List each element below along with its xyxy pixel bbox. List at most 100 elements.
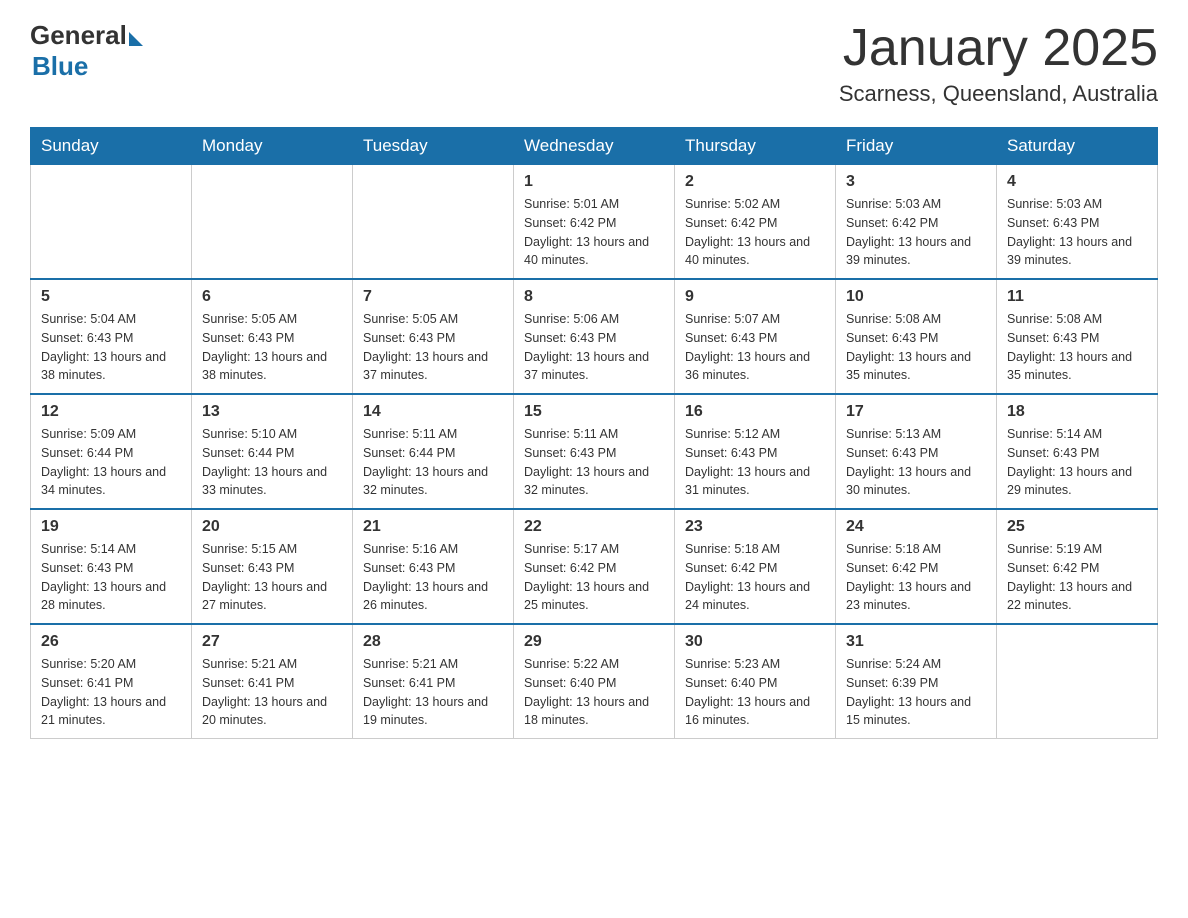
day-number: 7 <box>363 288 503 306</box>
day-info: Sunrise: 5:05 AMSunset: 6:43 PMDaylight:… <box>202 310 342 385</box>
day-info: Sunrise: 5:03 AMSunset: 6:43 PMDaylight:… <box>1007 195 1147 270</box>
day-number: 21 <box>363 518 503 536</box>
calendar-cell: 8 Sunrise: 5:06 AMSunset: 6:43 PMDaylight… <box>514 279 675 394</box>
calendar-cell: 21 Sunrise: 5:16 AMSunset: 6:43 PMDayligh… <box>353 509 514 624</box>
week-row-3: 12Sunrise: 5:09 AMSunset: 6:44 PMDayligh… <box>31 394 1158 509</box>
day-info: Sunrise: 5:18 AMSunset: 6:42 PMDaylight:… <box>846 540 986 615</box>
day-number: 15 <box>524 403 664 421</box>
day-number: 31 <box>846 633 986 651</box>
calendar-cell: 24 Sunrise: 5:18 AMSunset: 6:42 PMDayligh… <box>836 509 997 624</box>
day-number: 6 <box>202 288 342 306</box>
day-number: 26 <box>41 633 181 651</box>
day-number: 8 <box>524 288 664 306</box>
day-info: Sunrise: 5:11 AMSunset: 6:44 PMDaylight:… <box>363 425 503 500</box>
day-number: 3 <box>846 173 986 191</box>
calendar-cell: 15 Sunrise: 5:11 AMSunset: 6:43 PMDayligh… <box>514 394 675 509</box>
calendar-cell: 30 Sunrise: 5:23 AMSunset: 6:40 PMDayligh… <box>675 624 836 739</box>
calendar-table: SundayMondayTuesdayWednesdayThursdayFrid… <box>30 127 1158 739</box>
calendar-cell: 25 Sunrise: 5:19 AMSunset: 6:42 PMDayligh… <box>997 509 1158 624</box>
day-info: Sunrise: 5:10 AMSunset: 6:44 PMDaylight:… <box>202 425 342 500</box>
calendar-cell: 23 Sunrise: 5:18 AMSunset: 6:42 PMDayligh… <box>675 509 836 624</box>
calendar-cell <box>192 165 353 280</box>
day-info: Sunrise: 5:22 AMSunset: 6:40 PMDaylight:… <box>524 655 664 730</box>
calendar-cell: 4 Sunrise: 5:03 AMSunset: 6:43 PMDaylight… <box>997 165 1158 280</box>
calendar-cell: 27 Sunrise: 5:21 AMSunset: 6:41 PMDayligh… <box>192 624 353 739</box>
page-header: General Blue January 2025 Scarness, Quee… <box>30 20 1158 107</box>
header-row: SundayMondayTuesdayWednesdayThursdayFrid… <box>31 128 1158 165</box>
calendar-cell: 28 Sunrise: 5:21 AMSunset: 6:41 PMDayligh… <box>353 624 514 739</box>
logo: General Blue <box>30 20 143 82</box>
calendar-cell: 19 Sunrise: 5:14 AMSunset: 6:43 PMDayligh… <box>31 509 192 624</box>
day-info: Sunrise: 5:21 AMSunset: 6:41 PMDaylight:… <box>363 655 503 730</box>
calendar-cell: 3 Sunrise: 5:03 AMSunset: 6:42 PMDaylight… <box>836 165 997 280</box>
calendar-cell: 20Sunrise: 5:15 AMSunset: 6:43 PMDayligh… <box>192 509 353 624</box>
day-number: 1 <box>524 173 664 191</box>
day-number: 29 <box>524 633 664 651</box>
calendar-cell: 6 Sunrise: 5:05 AMSunset: 6:43 PMDaylight… <box>192 279 353 394</box>
day-info: Sunrise: 5:13 AMSunset: 6:43 PMDaylight:… <box>846 425 986 500</box>
day-info: Sunrise: 5:19 AMSunset: 6:42 PMDaylight:… <box>1007 540 1147 615</box>
day-number: 23 <box>685 518 825 536</box>
calendar-cell: 7Sunrise: 5:05 AMSunset: 6:43 PMDaylight… <box>353 279 514 394</box>
day-number: 20 <box>202 518 342 536</box>
day-info: Sunrise: 5:11 AMSunset: 6:43 PMDaylight:… <box>524 425 664 500</box>
day-number: 24 <box>846 518 986 536</box>
calendar-cell <box>997 624 1158 739</box>
day-info: Sunrise: 5:03 AMSunset: 6:42 PMDaylight:… <box>846 195 986 270</box>
week-row-5: 26 Sunrise: 5:20 AMSunset: 6:41 PMDayligh… <box>31 624 1158 739</box>
day-number: 11 <box>1007 288 1147 306</box>
logo-triangle-icon <box>129 32 143 46</box>
day-number: 4 <box>1007 173 1147 191</box>
calendar-cell: 10 Sunrise: 5:08 AMSunset: 6:43 PMDayligh… <box>836 279 997 394</box>
day-info: Sunrise: 5:14 AMSunset: 6:43 PMDaylight:… <box>41 540 181 615</box>
day-number: 19 <box>41 518 181 536</box>
week-row-1: 1 Sunrise: 5:01 AMSunset: 6:42 PMDaylight… <box>31 165 1158 280</box>
day-info: Sunrise: 5:16 AMSunset: 6:43 PMDaylight:… <box>363 540 503 615</box>
logo-general-text: General <box>30 20 127 51</box>
week-row-2: 5 Sunrise: 5:04 AMSunset: 6:43 PMDaylight… <box>31 279 1158 394</box>
day-info: Sunrise: 5:09 AMSunset: 6:44 PMDaylight:… <box>41 425 181 500</box>
day-info: Sunrise: 5:06 AMSunset: 6:43 PMDaylight:… <box>524 310 664 385</box>
calendar-cell: 11Sunrise: 5:08 AMSunset: 6:43 PMDayligh… <box>997 279 1158 394</box>
day-info: Sunrise: 5:23 AMSunset: 6:40 PMDaylight:… <box>685 655 825 730</box>
calendar-cell: 29 Sunrise: 5:22 AMSunset: 6:40 PMDayligh… <box>514 624 675 739</box>
day-info: Sunrise: 5:01 AMSunset: 6:42 PMDaylight:… <box>524 195 664 270</box>
col-header-saturday: Saturday <box>997 128 1158 165</box>
calendar-cell: 12Sunrise: 5:09 AMSunset: 6:44 PMDayligh… <box>31 394 192 509</box>
day-number: 18 <box>1007 403 1147 421</box>
day-info: Sunrise: 5:02 AMSunset: 6:42 PMDaylight:… <box>685 195 825 270</box>
day-info: Sunrise: 5:08 AMSunset: 6:43 PMDaylight:… <box>846 310 986 385</box>
day-number: 16 <box>685 403 825 421</box>
day-info: Sunrise: 5:12 AMSunset: 6:43 PMDaylight:… <box>685 425 825 500</box>
day-number: 27 <box>202 633 342 651</box>
day-number: 25 <box>1007 518 1147 536</box>
col-header-friday: Friday <box>836 128 997 165</box>
day-number: 10 <box>846 288 986 306</box>
day-number: 2 <box>685 173 825 191</box>
calendar-cell: 22Sunrise: 5:17 AMSunset: 6:42 PMDayligh… <box>514 509 675 624</box>
day-number: 22 <box>524 518 664 536</box>
day-info: Sunrise: 5:21 AMSunset: 6:41 PMDaylight:… <box>202 655 342 730</box>
day-number: 28 <box>363 633 503 651</box>
col-header-monday: Monday <box>192 128 353 165</box>
day-number: 14 <box>363 403 503 421</box>
day-info: Sunrise: 5:14 AMSunset: 6:43 PMDaylight:… <box>1007 425 1147 500</box>
day-number: 9 <box>685 288 825 306</box>
day-info: Sunrise: 5:18 AMSunset: 6:42 PMDaylight:… <box>685 540 825 615</box>
calendar-cell: 1 Sunrise: 5:01 AMSunset: 6:42 PMDaylight… <box>514 165 675 280</box>
day-info: Sunrise: 5:24 AMSunset: 6:39 PMDaylight:… <box>846 655 986 730</box>
day-info: Sunrise: 5:04 AMSunset: 6:43 PMDaylight:… <box>41 310 181 385</box>
day-number: 5 <box>41 288 181 306</box>
month-title: January 2025 <box>839 20 1158 77</box>
day-info: Sunrise: 5:20 AMSunset: 6:41 PMDaylight:… <box>41 655 181 730</box>
calendar-cell: 31 Sunrise: 5:24 AMSunset: 6:39 PMDayligh… <box>836 624 997 739</box>
calendar-cell: 17Sunrise: 5:13 AMSunset: 6:43 PMDayligh… <box>836 394 997 509</box>
calendar-cell: 2 Sunrise: 5:02 AMSunset: 6:42 PMDaylight… <box>675 165 836 280</box>
calendar-cell: 16 Sunrise: 5:12 AMSunset: 6:43 PMDayligh… <box>675 394 836 509</box>
day-number: 13 <box>202 403 342 421</box>
calendar-cell <box>353 165 514 280</box>
week-row-4: 19 Sunrise: 5:14 AMSunset: 6:43 PMDayligh… <box>31 509 1158 624</box>
day-number: 30 <box>685 633 825 651</box>
calendar-cell: 26 Sunrise: 5:20 AMSunset: 6:41 PMDayligh… <box>31 624 192 739</box>
calendar-cell: 13 Sunrise: 5:10 AMSunset: 6:44 PMDayligh… <box>192 394 353 509</box>
